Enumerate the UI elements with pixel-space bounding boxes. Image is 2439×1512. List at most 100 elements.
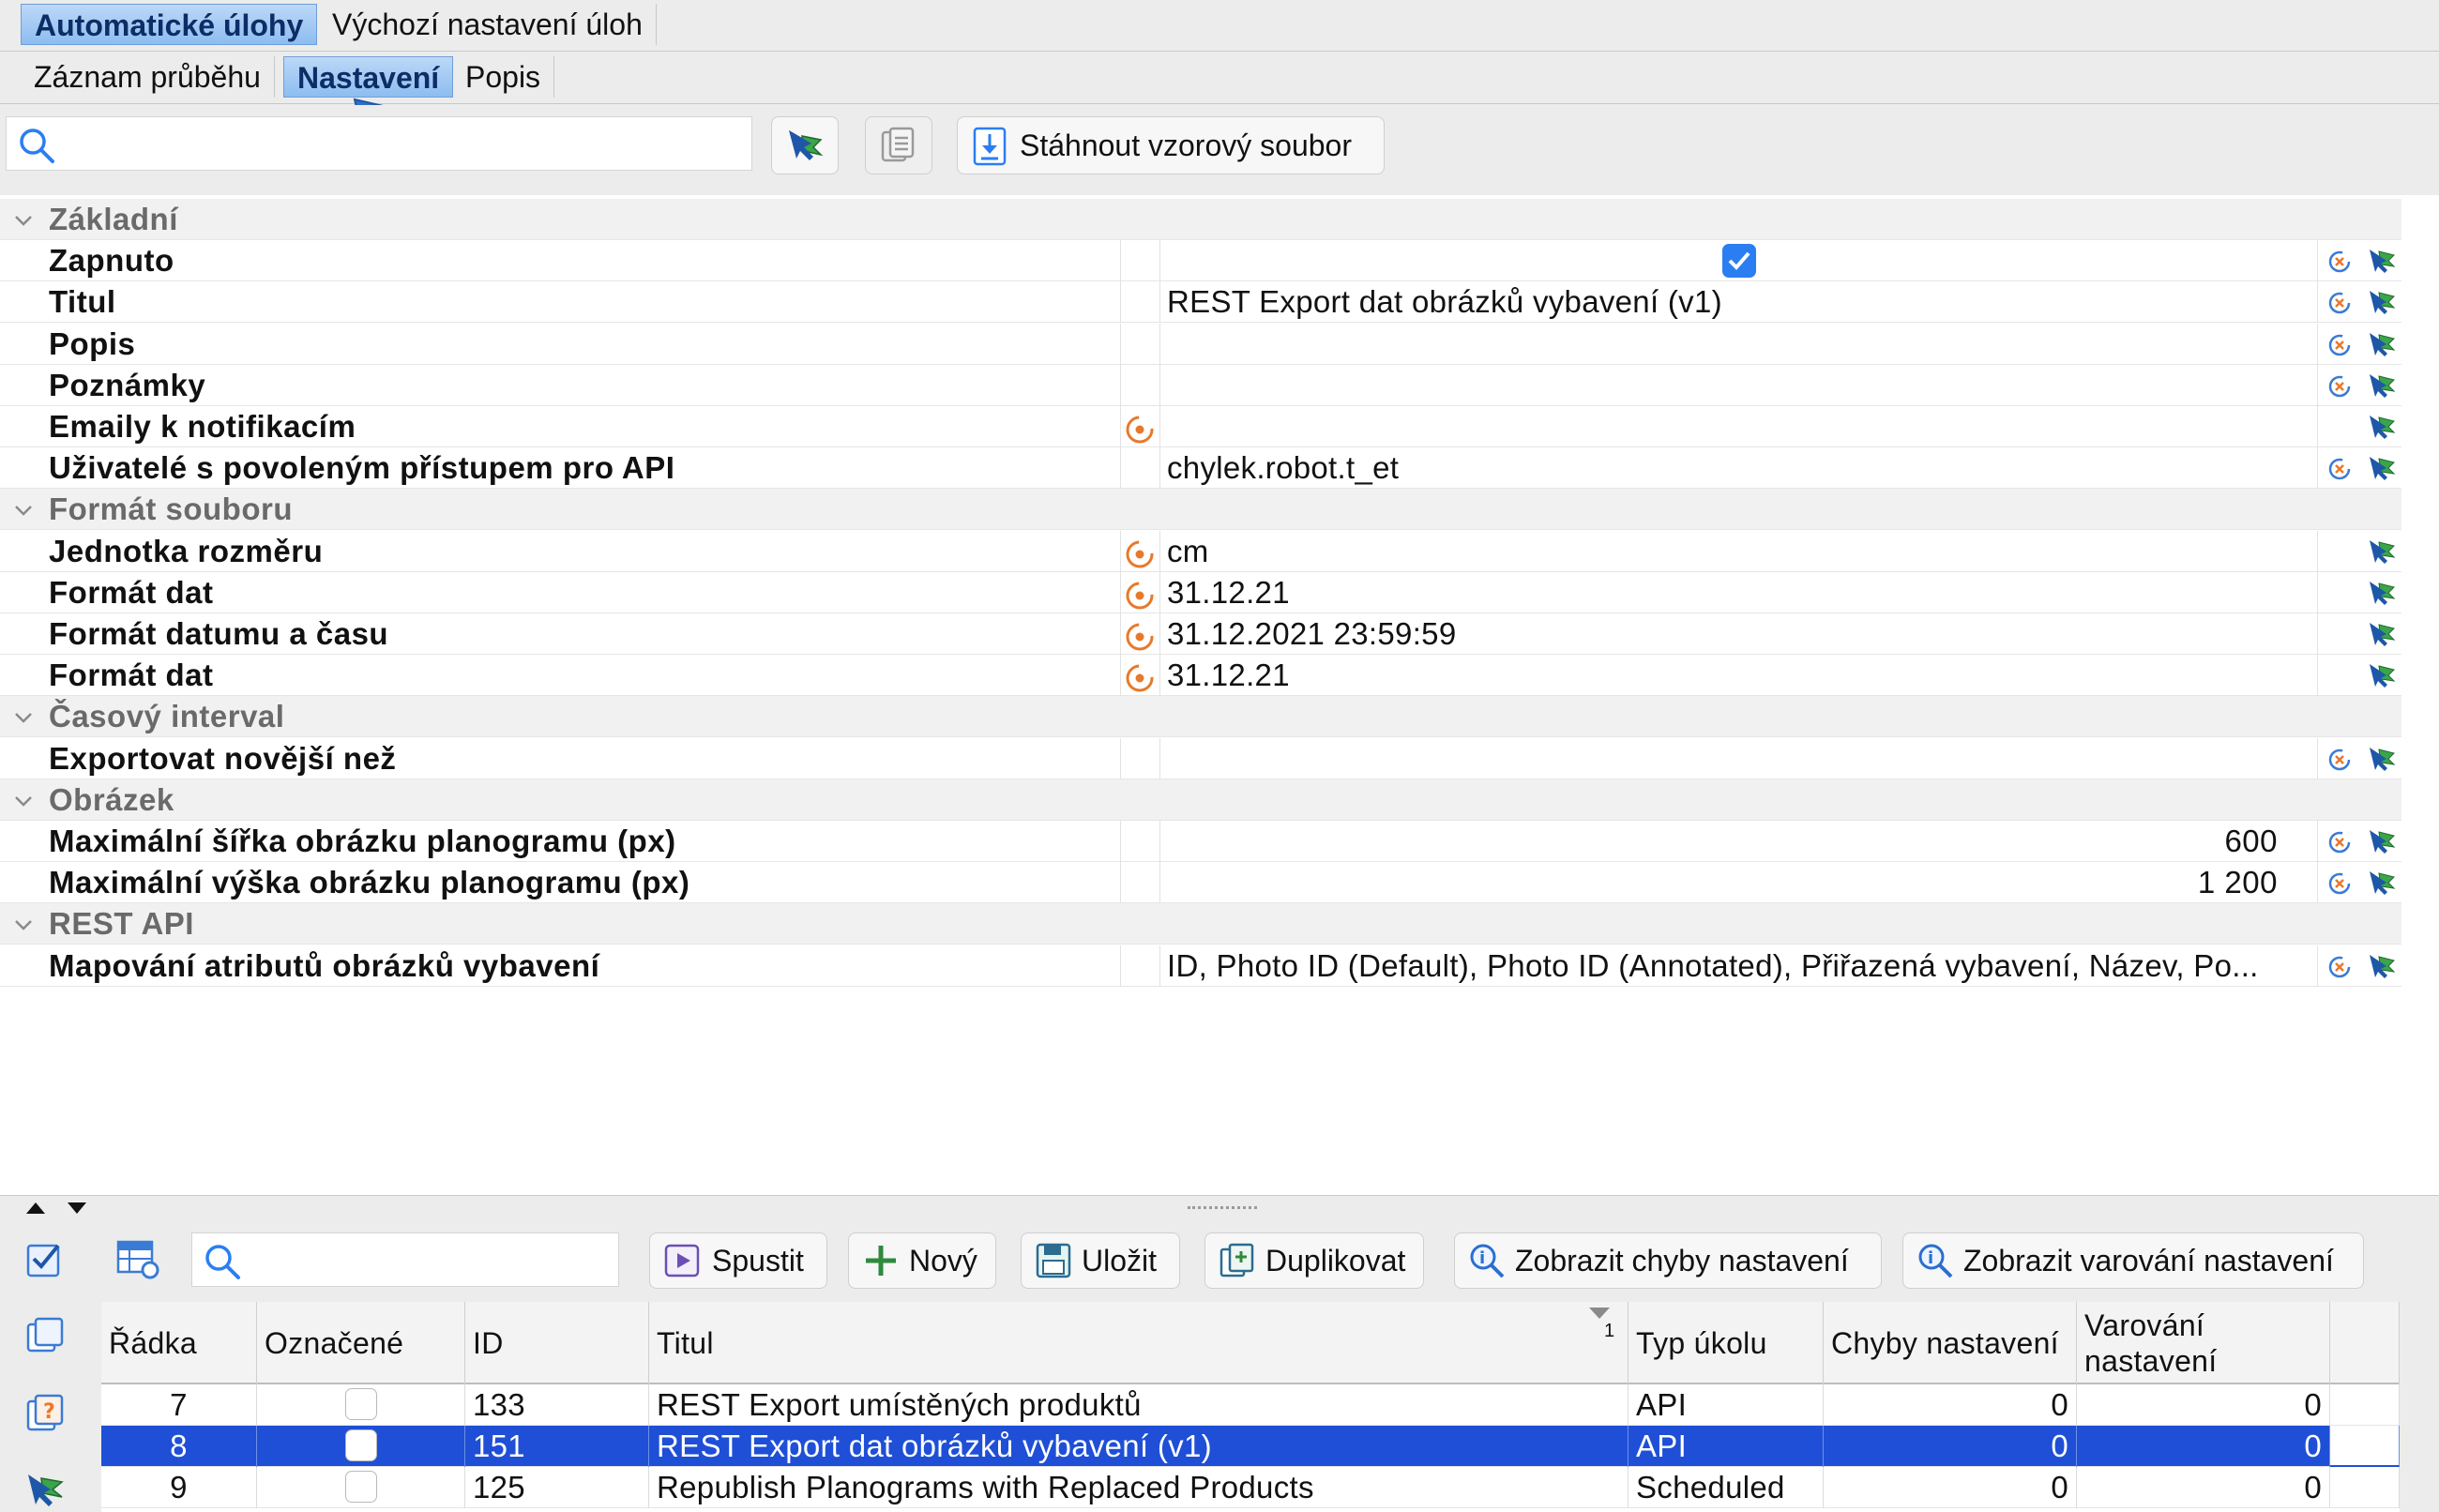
reset-value-icon[interactable] [2326, 456, 2353, 482]
task-search-input[interactable] [191, 1232, 619, 1287]
flag-cursor-icon[interactable] [2368, 869, 2396, 896]
reset-value-icon[interactable] [2326, 332, 2353, 358]
property-row[interactable]: Formát dat 31.12.21 [0, 655, 2401, 697]
property-value[interactable]: 1 200 [2198, 862, 2278, 903]
table-settings-icon[interactable] [116, 1238, 161, 1281]
category-label: REST API [49, 906, 194, 942]
property-row[interactable]: Mapování atributů obrázků vybavení ID, Ph… [0, 945, 2401, 987]
property-value[interactable]: 31.12.21 [1167, 572, 1290, 613]
reset-value-icon[interactable] [2326, 954, 2353, 980]
column-header-title[interactable]: Titul 1 [649, 1302, 1629, 1384]
task-search-field[interactable] [249, 1239, 609, 1282]
property-row[interactable]: Maximální výška obrázku planogramu (px) 1… [0, 862, 2401, 904]
flag-cursor-icon[interactable] [2368, 662, 2396, 688]
settings-search-field[interactable] [63, 123, 742, 166]
property-category[interactable]: REST API [0, 903, 2401, 945]
show-warnings-button[interactable]: i Zobrazit varování nastavení [1902, 1232, 2364, 1289]
column-header-row-number[interactable]: Řádka [101, 1302, 257, 1384]
flag-cursor-icon[interactable] [2368, 414, 2396, 440]
property-category[interactable]: Obrázek [0, 779, 2401, 821]
property-row[interactable]: Jednotka rozměru cm [0, 530, 2401, 572]
property-row[interactable]: Zapnuto [0, 240, 2401, 282]
flag-cursor-icon[interactable] [2368, 372, 2396, 399]
property-category[interactable]: Formát souboru [0, 489, 2401, 531]
row-checkbox[interactable] [344, 1471, 377, 1503]
property-row[interactable]: Popis [0, 323, 2401, 365]
property-category[interactable]: Časový interval [0, 696, 2401, 738]
tab-vychozi-nastaveni-uloh[interactable]: Výchozí nastavení úloh [319, 4, 657, 45]
enabled-checkbox[interactable] [1722, 244, 1756, 279]
chevron-down-icon[interactable] [13, 707, 34, 728]
duplicate-button[interactable]: Duplikovat [1204, 1232, 1424, 1289]
row-checkbox[interactable] [344, 1429, 377, 1461]
tab-automaticke-ulohy[interactable]: Automatické úlohy [21, 4, 318, 45]
property-value[interactable]: 31.12.21 [1167, 655, 1290, 696]
property-row[interactable]: Uživatelé s povoleným přístupem pro API c… [0, 447, 2401, 490]
chevron-down-icon[interactable] [13, 500, 34, 521]
column-header-config-errors[interactable]: Chyby nastavení [1824, 1302, 2077, 1384]
chevron-down-icon[interactable] [13, 791, 34, 811]
reset-value-icon[interactable] [2326, 249, 2353, 275]
panel-splitter[interactable] [0, 1197, 2439, 1219]
flag-cursor-icon[interactable] [2368, 828, 2396, 854]
download-sample-button[interactable]: Stáhnout vzorový soubor [957, 116, 1385, 174]
flag-cursor-icon[interactable] [2368, 455, 2396, 481]
splitter-grip[interactable] [1188, 1206, 1257, 1213]
property-value[interactable]: ID, Photo ID (Default), Photo ID (Annota… [1167, 945, 2259, 987]
reset-value-icon[interactable] [2326, 290, 2353, 316]
default-value-icon [1126, 623, 1154, 651]
table-row[interactable]: 9 125 Republish Planograms with Replaced P… [101, 1467, 2400, 1508]
reset-value-icon[interactable] [2326, 829, 2353, 855]
flag-cursor-icon[interactable] [2368, 248, 2396, 274]
column-header-id[interactable]: ID [465, 1302, 649, 1384]
chevron-down-icon[interactable] [13, 915, 34, 935]
settings-search-input[interactable] [6, 116, 752, 171]
row-number-cell: 9 [101, 1467, 257, 1508]
windows-icon[interactable] [24, 1315, 66, 1356]
property-row[interactable]: Emaily k notifikacím [0, 406, 2401, 447]
run-button[interactable]: Spustit [649, 1232, 827, 1289]
reset-value-icon[interactable] [2326, 870, 2353, 897]
flag-cursor-icon[interactable] [2368, 953, 2396, 979]
property-row[interactable]: Titul REST Export dat obrázků vybavení (v… [0, 281, 2401, 324]
reset-value-icon[interactable] [2326, 747, 2353, 773]
default-value-icon [1126, 664, 1154, 692]
copy-settings-button[interactable] [865, 116, 932, 174]
check-list-icon[interactable] [24, 1238, 68, 1281]
new-button[interactable]: Nový [848, 1232, 996, 1289]
property-value[interactable]: 31.12.2021 23:59:59 [1167, 613, 1457, 655]
tab-popis[interactable]: Popis [452, 56, 555, 98]
property-value[interactable]: 600 [2224, 821, 2278, 862]
show-errors-button[interactable]: i Zobrazit chyby nastavení [1454, 1232, 1882, 1289]
column-header-task-type[interactable]: Typ úkolu [1629, 1302, 1824, 1384]
property-value[interactable]: REST Export dat obrázků vybavení (v1) [1167, 281, 1722, 323]
property-value[interactable]: cm [1167, 531, 1209, 572]
table-row[interactable]: 7 133 REST Export umístěných produktů API 0 0 [101, 1384, 2400, 1426]
flag-cursor-icon[interactable] [2368, 331, 2396, 357]
property-category[interactable]: Základní [0, 199, 2401, 240]
column-header-config-warnings[interactable]: Varování nastavení [2077, 1302, 2330, 1384]
tab-zaznam-prubehu[interactable]: Záznam průběhu [21, 56, 275, 98]
chevron-down-icon[interactable] [13, 210, 34, 231]
property-row[interactable]: Formát datumu a času 31.12.2021 23:59:59 [0, 613, 2401, 655]
collapse-arrows-icon[interactable] [24, 1201, 92, 1216]
save-button[interactable]: Uložit [1021, 1232, 1180, 1289]
property-row[interactable]: Poznámky [0, 364, 2401, 406]
reset-value-icon[interactable] [2326, 373, 2353, 400]
tab-nastaveni[interactable]: Nastavení [283, 56, 454, 98]
flag-cursor-icon[interactable] [24, 1469, 66, 1510]
flag-cursor-button[interactable] [771, 116, 839, 174]
flag-cursor-icon[interactable] [2368, 538, 2396, 565]
property-row[interactable]: Formát dat 31.12.21 [0, 571, 2401, 613]
flag-cursor-icon[interactable] [2368, 289, 2396, 315]
column-header-marked[interactable]: Označené [257, 1302, 465, 1384]
flag-cursor-icon[interactable] [2368, 621, 2396, 647]
row-checkbox[interactable] [344, 1388, 377, 1420]
property-value[interactable]: chylek.robot.t_et [1167, 447, 1399, 489]
property-row[interactable]: Maximální šířka obrázku planogramu (px) 6… [0, 821, 2401, 862]
property-row[interactable]: Exportovat novější než [0, 737, 2401, 779]
help-document-icon[interactable]: ? [24, 1392, 66, 1433]
table-row[interactable]: 8 151 REST Export dat obrázků vybavení (v1… [101, 1426, 2400, 1467]
flag-cursor-icon[interactable] [2368, 580, 2396, 606]
flag-cursor-icon[interactable] [2368, 746, 2396, 772]
